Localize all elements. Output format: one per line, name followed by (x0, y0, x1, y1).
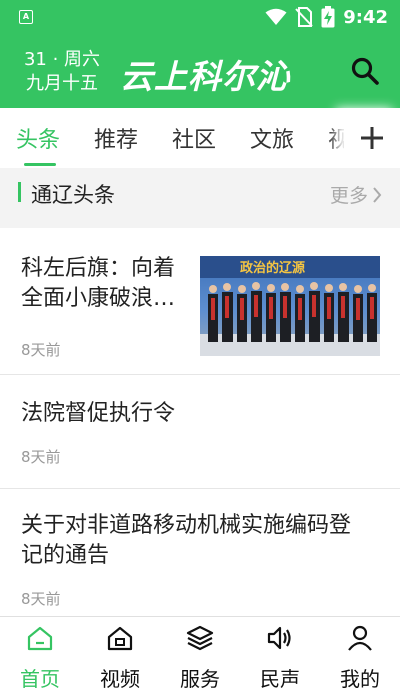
status-bar: A 9:42 (0, 0, 400, 36)
more-link[interactable]: 更多 (330, 181, 382, 208)
news-title: 科左后旗：向着 全面小康破浪… (21, 254, 175, 314)
app-root: A 9:42 31 · 周六 九月十五 云上科尔沁 头条 推荐 社区 文旅 视 … (0, 0, 400, 700)
nav-video[interactable]: 视频 (80, 625, 160, 692)
chevron-right-icon (373, 186, 382, 203)
tab-community[interactable]: 社区 (172, 122, 216, 154)
nav-home-label: 首页 (20, 667, 60, 691)
nav-profile-label: 我的 (340, 667, 380, 691)
person-icon (348, 625, 372, 651)
nav-profile[interactable]: 我的 (320, 625, 400, 692)
app-notification-icon: A (19, 10, 33, 24)
video-home-icon (107, 626, 133, 651)
nav-services[interactable]: 服务 (160, 625, 240, 692)
news-time: 8天前 (21, 341, 61, 359)
home-icon (27, 626, 53, 651)
news-title-line: 记的通告 (21, 543, 110, 568)
app-logo: 云上科尔沁 (120, 57, 290, 96)
speaker-icon (267, 626, 291, 650)
nav-services-label: 服务 (180, 667, 220, 691)
search-icon[interactable] (350, 56, 380, 86)
battery-charging-icon (321, 6, 335, 28)
status-icons: 9:42 (265, 6, 388, 28)
thumbnail-image: 政治的辽源 (200, 256, 380, 356)
channel-tabs: 头条 推荐 社区 文旅 视 (0, 108, 400, 168)
add-channel-button[interactable] (344, 108, 400, 168)
news-title-line: 科左后旗：向着 (21, 256, 176, 281)
active-tab-indicator (24, 163, 56, 166)
status-time: 9:42 (343, 6, 388, 28)
date-lunar: 九月十五 (26, 73, 98, 94)
tab-culture-travel[interactable]: 文旅 (250, 122, 294, 154)
date-display: 31 · 周六 九月十五 (22, 48, 102, 96)
no-sim-icon (295, 7, 313, 27)
news-title: 法院督促执行令 (21, 399, 175, 429)
news-item[interactable]: 关于对非道路移动机械实施编码登 记的通告 8天前 (0, 489, 400, 616)
news-title-line: 法院督促执行令 (21, 401, 176, 426)
news-title-line: 关于对非道路移动机械实施编码登 (21, 513, 352, 538)
news-time: 8天前 (21, 590, 61, 608)
nav-voice-label: 民声 (260, 667, 300, 691)
nav-home[interactable]: 首页 (0, 625, 80, 692)
svg-text:政治的辽源: 政治的辽源 (240, 260, 305, 276)
nav-video-label: 视频 (100, 667, 140, 691)
more-label: 更多 (329, 185, 368, 207)
news-title: 关于对非道路移动机械实施编码登 记的通告 (21, 511, 351, 571)
section-accent-bar (18, 182, 21, 202)
tab-recommend[interactable]: 推荐 (94, 122, 138, 154)
news-thumbnail: 政治的辽源 (200, 256, 380, 356)
news-item[interactable]: 法院督促执行令 8天前 (0, 375, 400, 489)
tab-headlines[interactable]: 头条 (16, 122, 60, 154)
app-header: 31 · 周六 九月十五 云上科尔沁 (0, 36, 400, 108)
wifi-icon (265, 8, 287, 25)
news-time: 8天前 (21, 448, 61, 466)
plus-icon (361, 127, 383, 149)
layers-icon (186, 625, 214, 651)
section-header: 通辽头条 更多 (0, 168, 400, 228)
date-weekday: 31 · 周六 (23, 49, 101, 70)
nav-voice[interactable]: 民声 (240, 625, 320, 692)
news-title-line: 全面小康破浪… (21, 286, 176, 311)
section-title: 通辽头条 (31, 183, 115, 207)
bottom-navigation: 首页 视频 服务 民声 我的 (0, 616, 400, 700)
news-item[interactable]: 科左后旗：向着 全面小康破浪… 8天前 政治的辽源 (0, 228, 400, 375)
